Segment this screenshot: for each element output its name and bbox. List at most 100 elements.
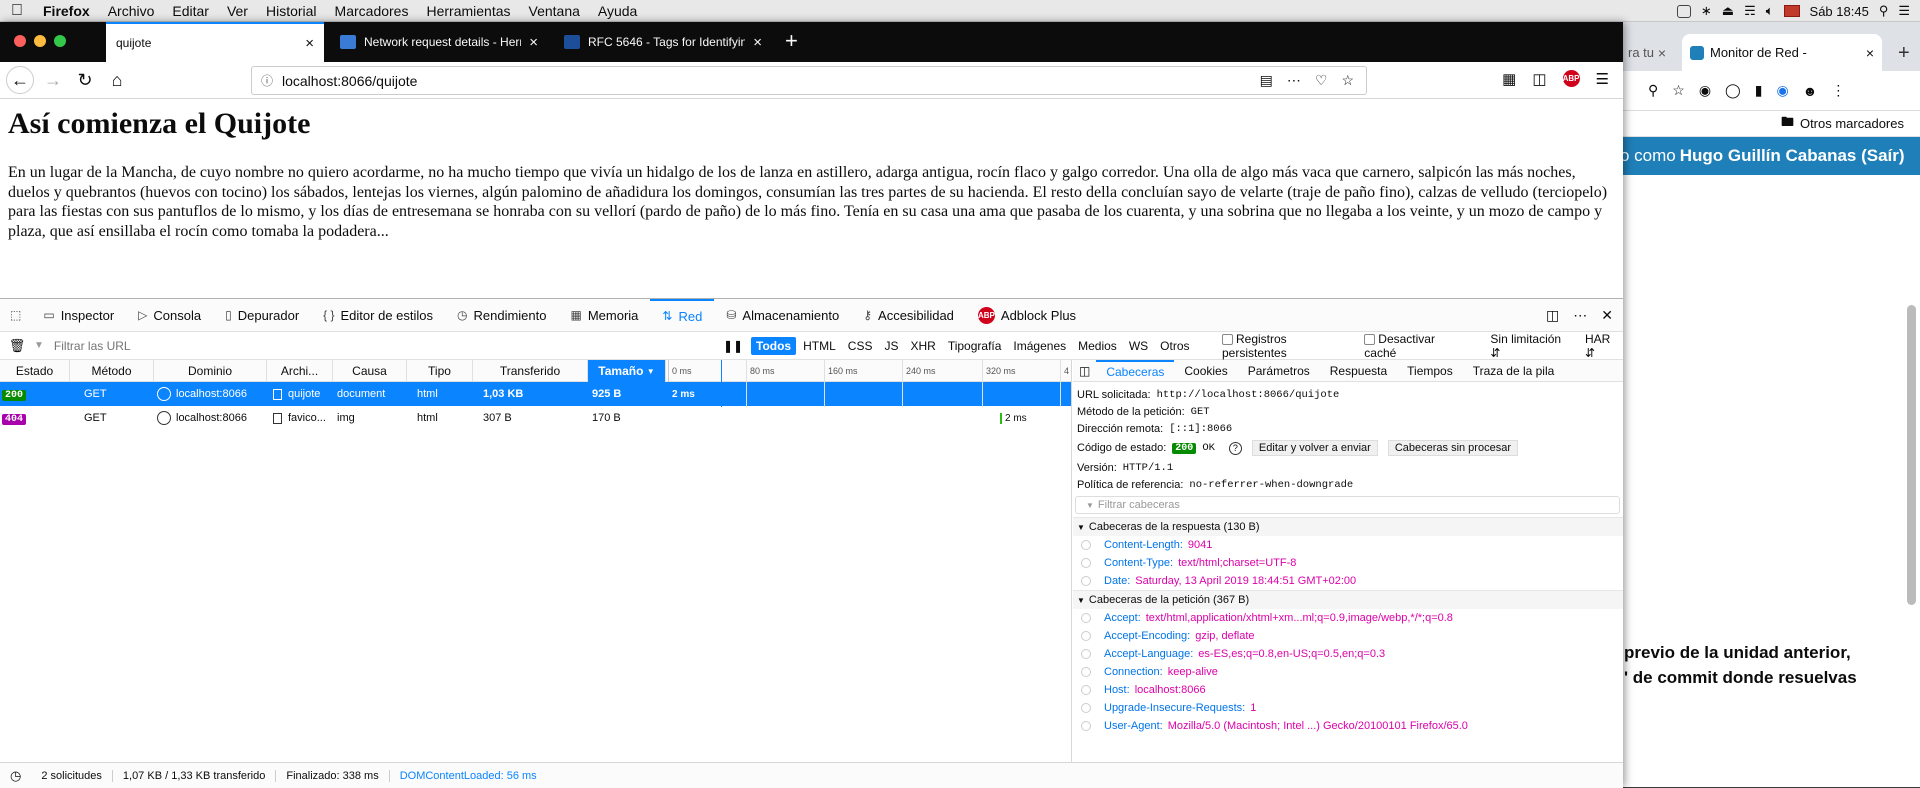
performance-analysis-icon[interactable]: ◷ — [0, 768, 31, 784]
raw-headers-button[interactable]: Cabeceras sin procesar — [1387, 440, 1518, 456]
battery-icon[interactable] — [1676, 4, 1691, 18]
filter-js[interactable]: JS — [879, 337, 903, 355]
header-help-icon[interactable] — [1081, 576, 1091, 586]
star-icon[interactable]: ☆ — [1672, 82, 1685, 99]
profile-avatar-icon[interactable]: ☻ — [1803, 83, 1818, 99]
header-help-icon[interactable] — [1081, 613, 1091, 623]
new-tab-icon[interactable]: + — [785, 28, 798, 54]
header-help-icon[interactable] — [1081, 631, 1091, 641]
reload-icon[interactable]: ↻ — [72, 70, 98, 91]
filter-media[interactable]: Medios — [1073, 337, 1122, 355]
menu-ventana[interactable]: Ventana — [520, 3, 589, 19]
zoom-window-button[interactable] — [54, 35, 66, 47]
tab-storage[interactable]: ⛁ Almacenamiento — [714, 299, 851, 332]
menu-marcadores[interactable]: Marcadores — [326, 3, 418, 19]
tab-accessibility[interactable]: ⚷ Accesibilidad — [851, 299, 966, 332]
details-tab-stack-trace[interactable]: Traza de la pila — [1463, 360, 1565, 382]
filter-headers-input[interactable]: ▼ Filtrar cabeceras — [1075, 496, 1620, 514]
header-help-icon[interactable] — [1081, 667, 1091, 677]
filter-ws[interactable]: WS — [1124, 337, 1153, 355]
filter-all[interactable]: Todos — [751, 336, 797, 355]
tab-console[interactable]: ▷ Consola — [126, 299, 213, 332]
menu-kebab-icon[interactable]: ⋮ — [1831, 82, 1845, 99]
sidebar-icon[interactable]: ◫ — [1532, 70, 1546, 88]
col-file[interactable]: Archi... — [267, 360, 333, 382]
menu-firefox[interactable]: Firefox — [34, 3, 99, 19]
details-tab-response[interactable]: Respuesta — [1320, 360, 1397, 382]
close-icon[interactable]: × — [529, 34, 538, 51]
header-help-icon[interactable] — [1081, 721, 1091, 731]
tab-network[interactable]: ⇅ Red — [650, 298, 715, 332]
col-method[interactable]: Método — [70, 360, 154, 382]
details-tab-headers[interactable]: Cabeceras — [1096, 359, 1175, 382]
header-help-icon[interactable] — [1081, 558, 1091, 568]
pause-icon[interactable]: ❚❚ — [723, 339, 743, 353]
throttling-select[interactable]: Sin limitación ⇵ — [1490, 332, 1573, 360]
volume-icon[interactable]: 🔈︎ — [1766, 3, 1774, 19]
header-help-icon[interactable] — [1081, 685, 1091, 695]
wifi-icon[interactable]: ☴ — [1744, 3, 1756, 19]
har-menu[interactable]: HAR ⇵ — [1585, 332, 1623, 360]
menu-herramientas[interactable]: Herramientas — [417, 3, 519, 19]
tab-performance[interactable]: ◷ Rendimiento — [445, 299, 558, 332]
col-cause[interactable]: Causa — [333, 360, 407, 382]
clock[interactable]: Sáb 18:45 — [1810, 4, 1869, 19]
table-row[interactable]: 200 GET localhost:8066 quijote document … — [0, 382, 1071, 406]
col-size[interactable]: Tamaño ▼ — [588, 360, 666, 382]
page-actions-icon[interactable]: ⋯ — [1287, 72, 1301, 89]
col-status[interactable]: Estado — [0, 360, 70, 382]
extension-blue-icon[interactable]: ◉ — [1776, 82, 1788, 99]
menu-ver[interactable]: Ver — [218, 3, 257, 19]
toggle-panel-icon[interactable]: ◫ — [1073, 360, 1096, 382]
url-text[interactable]: localhost:8066/quijote — [282, 73, 417, 89]
bluetooth-icon[interactable]: ∗ — [1701, 3, 1712, 19]
bg-tab-2[interactable]: Monitor de Red - × — [1682, 34, 1882, 71]
response-headers-section[interactable]: ▼ Cabeceras de la respuesta (130 B) — [1073, 517, 1623, 536]
filter-urls-input[interactable] — [43, 338, 734, 353]
table-row[interactable]: 404 GET localhost:8066 favico... img htm… — [0, 406, 1071, 430]
home-icon[interactable]: ⌂ — [104, 70, 130, 91]
close-icon[interactable]: × — [753, 34, 762, 51]
tab-style-editor[interactable]: { } Editor de estilos — [311, 299, 445, 332]
edit-and-resend-button[interactable]: Editar y volver a enviar — [1251, 440, 1378, 456]
header-help-icon[interactable] — [1081, 649, 1091, 659]
eject-icon[interactable]: ⏏ — [1722, 3, 1734, 19]
site-info-icon[interactable]: ⓘ — [252, 72, 282, 89]
bg-tab-1[interactable]: ra tu × — [1620, 34, 1674, 71]
apple-menu-icon[interactable]:  — [0, 2, 34, 20]
tab-rfc-5646[interactable]: RFC 5646 - Tags for Identifying × — [554, 22, 772, 62]
url-bar[interactable]: ⓘ localhost:8066/quijote ▤ ⋯ ♡ ☆ — [251, 66, 1367, 95]
details-tab-timings[interactable]: Tiempos — [1397, 360, 1463, 382]
close-icon[interactable]: × — [1866, 45, 1874, 61]
back-icon[interactable]: ← — [6, 66, 34, 94]
filter-images[interactable]: Imágenes — [1008, 337, 1071, 355]
menu-archivo[interactable]: Archivo — [99, 3, 164, 19]
menu-editar[interactable]: Editar — [163, 3, 218, 19]
zoom-icon[interactable]: ⚲ — [1648, 82, 1658, 99]
dock-toggle-icon[interactable]: ◫ — [1546, 307, 1559, 324]
library-icon[interactable]: ▦ — [1502, 70, 1516, 88]
filter-fonts[interactable]: Tipografía — [943, 337, 1007, 355]
details-tab-params[interactable]: Parámetros — [1238, 360, 1320, 382]
banner-user-link[interactable]: Hugo Guillín Cabanas (Saír) — [1680, 146, 1905, 166]
reader-view-icon[interactable]: ▤ — [1260, 72, 1273, 89]
filter-other[interactable]: Otros — [1155, 337, 1194, 355]
bg-scrollbar[interactable] — [1907, 305, 1916, 605]
new-tab-icon[interactable]: + — [1898, 42, 1910, 65]
adblock-plus-icon[interactable]: ABP — [1562, 70, 1580, 87]
col-domain[interactable]: Dominio — [154, 360, 267, 382]
tab-memory[interactable]: ▦ Memoria — [559, 299, 651, 332]
adblock-icon[interactable]: ◯ — [1725, 82, 1741, 99]
other-bookmarks[interactable]: Otros marcadores — [1800, 116, 1904, 131]
disable-cache-checkbox[interactable]: Desactivar caché — [1364, 332, 1468, 360]
pick-element-icon[interactable]: ⬚ — [0, 299, 31, 332]
menu-ayuda[interactable]: Ayuda — [589, 3, 646, 19]
clear-trash-icon[interactable]: 🗑︎ — [0, 338, 34, 354]
forward-icon[interactable]: → — [40, 70, 66, 91]
input-source-flag-icon[interactable] — [1783, 5, 1800, 17]
pocket-icon[interactable]: ♡ — [1315, 72, 1328, 89]
tab-network-request-details[interactable]: Network request details - Herra × — [330, 22, 548, 62]
close-icon[interactable]: × — [305, 35, 314, 52]
col-type[interactable]: Tipo — [407, 360, 473, 382]
close-window-button[interactable] — [14, 35, 26, 47]
